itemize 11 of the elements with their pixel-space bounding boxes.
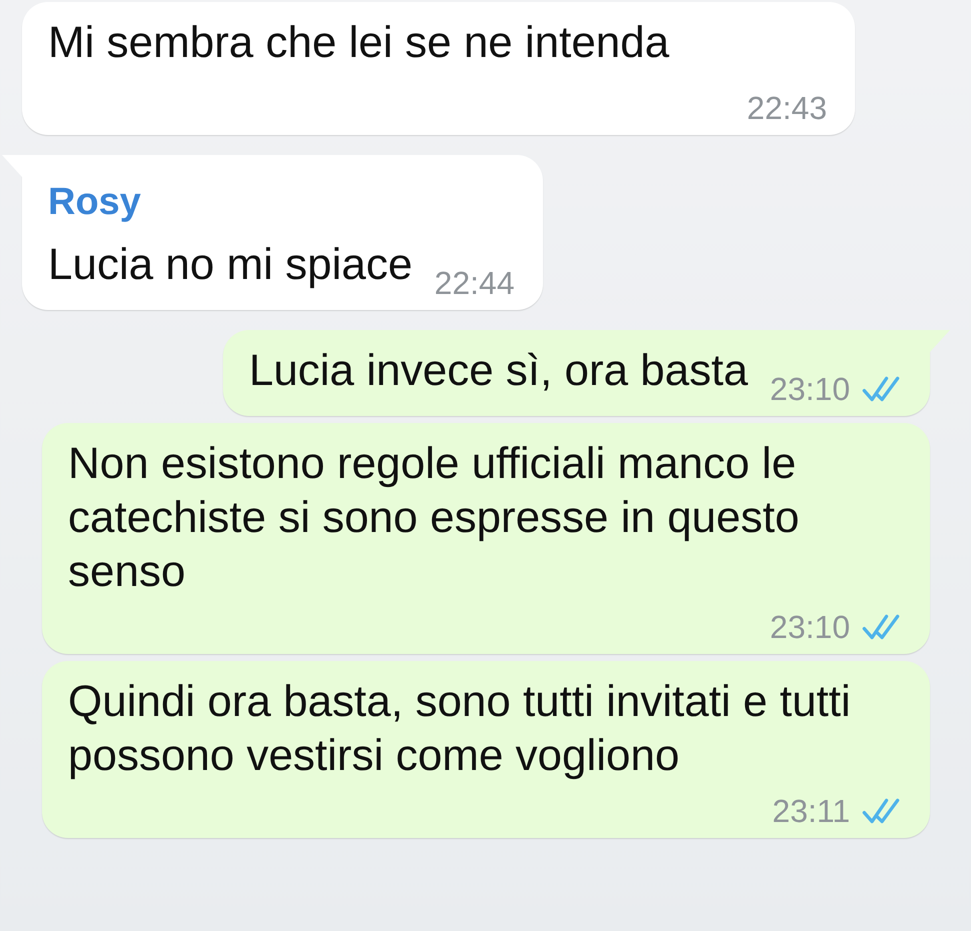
message-text: Lucia no mi spiace	[48, 239, 412, 291]
message-time: 23:10	[770, 371, 850, 408]
message-text: Non esistono regole ufficiali manco le catechiste si sono espresse in questo senso	[68, 438, 800, 598]
message-text: Lucia invece sì, ora basta	[248, 345, 748, 397]
message-text: Quindi ora basta, sono tutti invitati e tutti possono vestirsi come vogliono	[68, 676, 852, 782]
sender-name: Rosy	[48, 181, 142, 224]
message-time: 23:11	[772, 793, 850, 830]
message-time: 22:43	[746, 90, 827, 127]
message-text: Mi sembra che lei se ne intenda	[48, 17, 670, 69]
message-time: 23:10	[770, 609, 850, 646]
message-time: 22:44	[434, 265, 514, 302]
